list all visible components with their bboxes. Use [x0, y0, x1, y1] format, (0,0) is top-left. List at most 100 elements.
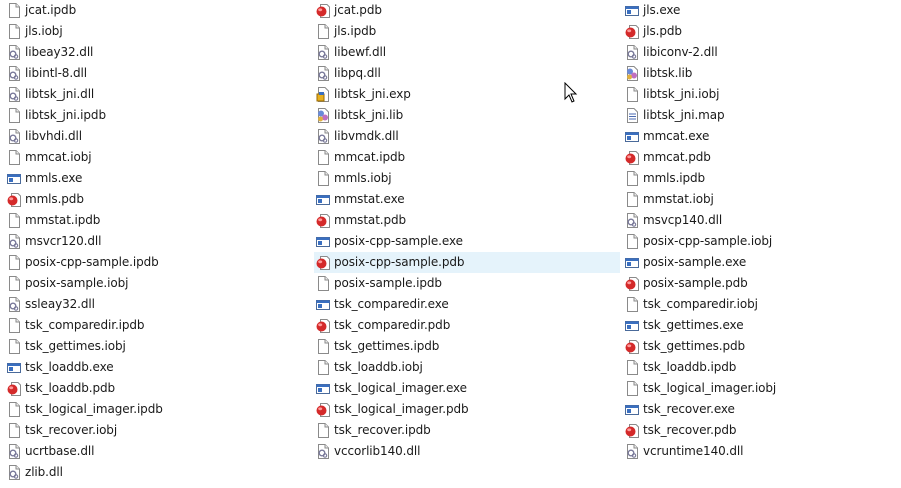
file-item[interactable]: jls.ipdb	[314, 21, 620, 42]
file-item[interactable]: tsk_logical_imager.exe	[314, 378, 620, 399]
file-name: mmstat.exe	[334, 192, 405, 206]
file-item[interactable]: tsk_recover.ipdb	[314, 420, 620, 441]
file-name: mmcat.pdb	[643, 150, 711, 164]
file-item[interactable]: mmls.iobj	[314, 168, 620, 189]
file-item[interactable]: libeay32.dll	[5, 42, 305, 63]
dll-file-icon	[316, 444, 330, 459]
file-icon	[625, 234, 639, 249]
file-item[interactable]: mmstat.exe	[314, 189, 620, 210]
file-item[interactable]: tsk_loaddb.pdb	[5, 378, 305, 399]
file-item[interactable]: tsk_logical_imager.pdb	[314, 399, 620, 420]
file-icon	[316, 276, 330, 291]
file-item[interactable]: tsk_loaddb.ipdb	[623, 357, 893, 378]
file-name: libtsk_jni.dll	[25, 87, 95, 101]
dll-file-icon	[316, 129, 330, 144]
file-name: libiconv-2.dll	[643, 45, 718, 59]
file-name: posix-sample.iobj	[25, 276, 129, 290]
file-item[interactable]: tsk_gettimes.pdb	[623, 336, 893, 357]
file-item[interactable]: tsk_gettimes.iobj	[5, 336, 305, 357]
file-item[interactable]: jls.pdb	[623, 21, 893, 42]
file-item[interactable]: posix-cpp-sample.iobj	[623, 231, 893, 252]
file-item[interactable]: tsk_gettimes.exe	[623, 315, 893, 336]
file-item[interactable]: msvcr120.dll	[5, 231, 305, 252]
dll-file-icon	[7, 234, 21, 249]
file-item[interactable]: libintl-8.dll	[5, 63, 305, 84]
file-name: tsk_gettimes.iobj	[25, 339, 126, 353]
file-item[interactable]: libpq.dll	[314, 63, 620, 84]
file-name: mmcat.ipdb	[334, 150, 406, 164]
file-name: posix-cpp-sample.iobj	[643, 234, 773, 248]
file-item[interactable]: tsk_logical_imager.ipdb	[5, 399, 305, 420]
pdb-file-icon	[316, 318, 330, 333]
file-icon	[7, 423, 21, 438]
file-item[interactable]: libewf.dll	[314, 42, 620, 63]
file-name: tsk_recover.ipdb	[334, 423, 431, 437]
file-item[interactable]: posix-sample.exe	[623, 252, 893, 273]
file-icon	[625, 87, 639, 102]
file-name: tsk_loaddb.exe	[25, 360, 114, 374]
file-item[interactable]: libtsk.lib	[623, 63, 893, 84]
file-item[interactable]: libtsk_jni.map	[623, 105, 893, 126]
file-item[interactable]: mmcat.pdb	[623, 147, 893, 168]
file-item[interactable]: jcat.ipdb	[5, 0, 305, 21]
file-item[interactable]: mmls.ipdb	[623, 168, 893, 189]
file-item[interactable]: mmstat.ipdb	[5, 210, 305, 231]
file-item[interactable]: posix-cpp-sample.exe	[314, 231, 620, 252]
file-item[interactable]: posix-sample.iobj	[5, 273, 305, 294]
file-item[interactable]: tsk_loaddb.exe	[5, 357, 305, 378]
file-item[interactable]: jls.iobj	[5, 21, 305, 42]
dll-file-icon	[7, 444, 21, 459]
file-item[interactable]: tsk_gettimes.ipdb	[314, 336, 620, 357]
file-item[interactable]: mmstat.iobj	[623, 189, 893, 210]
file-item[interactable]: posix-cpp-sample.ipdb	[5, 252, 305, 273]
file-icon	[316, 24, 330, 39]
file-name: tsk_recover.iobj	[25, 423, 118, 437]
file-item[interactable]: tsk_comparedir.exe	[314, 294, 620, 315]
file-item[interactable]: tsk_comparedir.ipdb	[5, 315, 305, 336]
file-item[interactable]: libvmdk.dll	[314, 126, 620, 147]
file-item[interactable]: msvcp140.dll	[623, 210, 893, 231]
file-name: tsk_logical_imager.pdb	[334, 402, 469, 416]
exp-file-icon	[316, 87, 330, 102]
file-name: tsk_logical_imager.iobj	[643, 381, 777, 395]
file-item[interactable]: posix-sample.ipdb	[314, 273, 620, 294]
file-item[interactable]: mmcat.iobj	[5, 147, 305, 168]
file-item[interactable]: tsk_loaddb.iobj	[314, 357, 620, 378]
file-item[interactable]: libtsk_jni.lib	[314, 105, 620, 126]
file-item[interactable]: tsk_comparedir.iobj	[623, 294, 893, 315]
file-item[interactable]: jcat.pdb	[314, 0, 620, 21]
file-item[interactable]: mmcat.exe	[623, 126, 893, 147]
file-item[interactable]: vcruntime140.dll	[623, 441, 893, 462]
file-item[interactable]: mmls.exe	[5, 168, 305, 189]
file-item[interactable]: posix-sample.pdb	[623, 273, 893, 294]
file-item[interactable]: libvhdi.dll	[5, 126, 305, 147]
file-item[interactable]: ssleay32.dll	[5, 294, 305, 315]
file-item[interactable]: mmstat.pdb	[314, 210, 620, 231]
file-name: posix-sample.pdb	[643, 276, 748, 290]
file-item[interactable]: zlib.dll	[5, 462, 305, 483]
file-item[interactable]: tsk_comparedir.pdb	[314, 315, 620, 336]
file-name: mmcat.iobj	[25, 150, 92, 164]
file-item[interactable]: libtsk_jni.iobj	[623, 84, 893, 105]
pdb-file-icon	[7, 192, 21, 207]
file-item[interactable]: tsk_recover.iobj	[5, 420, 305, 441]
file-item[interactable]: libiconv-2.dll	[623, 42, 893, 63]
file-item[interactable]: tsk_recover.exe	[623, 399, 893, 420]
file-item[interactable]: tsk_logical_imager.iobj	[623, 378, 893, 399]
file-item[interactable]: tsk_recover.pdb	[623, 420, 893, 441]
file-name: libtsk_jni.iobj	[643, 87, 720, 101]
file-item[interactable]: posix-cpp-sample.pdb	[314, 252, 620, 273]
file-item[interactable]: libtsk_jni.dll	[5, 84, 305, 105]
file-item[interactable]: jls.exe	[623, 0, 893, 21]
file-item[interactable]: ucrtbase.dll	[5, 441, 305, 462]
exe-file-icon	[625, 318, 639, 333]
file-item[interactable]: mmls.pdb	[5, 189, 305, 210]
pdb-file-icon	[316, 255, 330, 270]
file-item[interactable]: libtsk_jni.ipdb	[5, 105, 305, 126]
exe-file-icon	[316, 381, 330, 396]
file-item[interactable]: vccorlib140.dll	[314, 441, 620, 462]
file-item[interactable]: mmcat.ipdb	[314, 147, 620, 168]
exe-file-icon	[7, 171, 21, 186]
file-name: tsk_recover.exe	[643, 402, 735, 416]
pdb-file-icon	[625, 150, 639, 165]
